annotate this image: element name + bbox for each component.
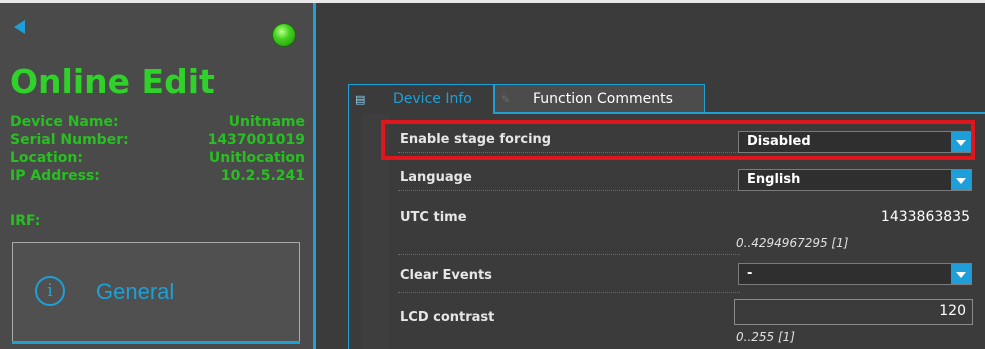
device-name-label: Device Name: <box>10 114 119 130</box>
row-separator <box>398 292 740 293</box>
chevron-down-icon[interactable] <box>951 170 971 190</box>
location-value: Unitlocation <box>208 150 305 166</box>
lcd-contrast-range: 0..255 [1] <box>736 330 795 344</box>
device-name-row: Device Name: Unitname <box>10 113 305 131</box>
clear-events-label: Clear Events <box>400 268 492 283</box>
app-window: Online Edit Device Name: Unitname Serial… <box>0 0 985 349</box>
general-button-underline <box>12 341 300 344</box>
utc-time-range: 0..4294967295 [1] <box>736 236 849 250</box>
location-row: Location: Unitlocation <box>10 149 305 167</box>
ip-address-value: 10.2.5.241 <box>220 168 305 184</box>
tab-device-info-label: Device Info <box>393 91 472 107</box>
tab-function-comments-label: Function Comments <box>533 91 673 107</box>
serial-number-row: Serial Number: 1437001019 <box>10 131 305 149</box>
comments-icon: ✎ <box>501 93 511 106</box>
ip-address-label: IP Address: <box>10 168 100 184</box>
online-status-led-icon <box>273 24 295 46</box>
page-title: Online Edit <box>10 62 215 101</box>
device-info-icon: ▤ <box>355 93 366 106</box>
ip-address-row: IP Address: 10.2.5.241 <box>10 167 305 185</box>
lcd-contrast-label: LCD contrast <box>400 310 495 325</box>
chevron-down-icon[interactable] <box>951 264 971 284</box>
serial-number-label: Serial Number: <box>10 132 129 148</box>
serial-number-value: 1437001019 <box>207 132 305 148</box>
general-button[interactable]: i General <box>12 242 300 344</box>
device-name-value: Unitname <box>228 114 305 130</box>
utc-time-value[interactable]: 1433863835 <box>881 209 970 225</box>
location-label: Location: <box>10 150 83 166</box>
row-separator <box>398 254 740 255</box>
back-arrow-icon[interactable] <box>14 20 25 34</box>
language-value: English <box>747 172 801 187</box>
lcd-contrast-value: 120 <box>939 303 966 319</box>
general-button-label: General <box>96 279 175 304</box>
language-label: Language <box>400 170 472 185</box>
tab-function-comments[interactable]: ✎ Function Comments <box>494 84 705 114</box>
tab-device-info[interactable]: ▤ Device Info <box>348 84 494 114</box>
lcd-contrast-input[interactable]: 120 <box>734 299 973 325</box>
utc-time-label: UTC time <box>400 210 467 225</box>
highlight-box <box>381 120 975 160</box>
clear-events-select[interactable]: - <box>738 263 972 285</box>
irf-label: IRF: <box>10 213 41 229</box>
row-separator <box>398 190 740 191</box>
language-select[interactable]: English <box>738 169 972 191</box>
clear-events-value: - <box>747 266 753 281</box>
info-icon: i <box>35 276 65 306</box>
